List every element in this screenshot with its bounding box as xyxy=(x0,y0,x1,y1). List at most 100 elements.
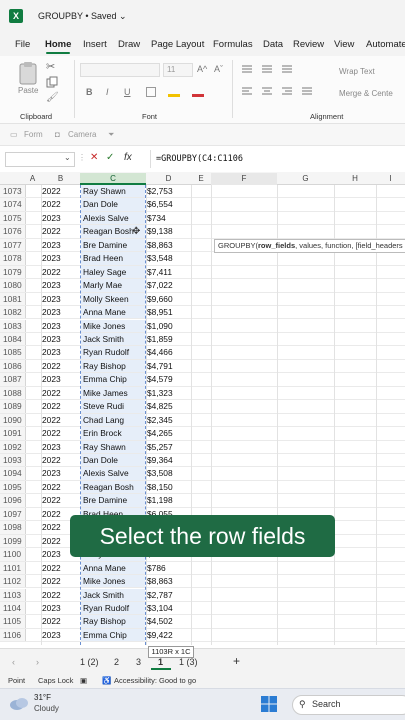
table-row[interactable]: 1087 2023 Emma Chip $4,579 xyxy=(0,373,405,387)
table-row[interactable]: 1093 2022 Dan Dole $9,364 xyxy=(0,454,405,468)
customize-icon[interactable]: ⏷ xyxy=(108,130,114,140)
menu-home[interactable]: Home xyxy=(45,39,71,50)
amount-cell[interactable]: $8,863 xyxy=(147,575,173,588)
amount-cell[interactable]: $5,257 xyxy=(147,441,173,454)
row-number[interactable]: 1088 xyxy=(0,386,26,400)
table-row[interactable]: 1082 2023 Anna Mane $8,951 xyxy=(0,306,405,320)
amount-cell[interactable]: $2,787 xyxy=(147,589,173,602)
row-number[interactable]: 1085 xyxy=(0,346,26,359)
row-number[interactable]: 1095 xyxy=(0,480,26,494)
amount-cell[interactable]: $8,951 xyxy=(147,306,173,319)
year-cell[interactable]: 2023 xyxy=(42,212,61,225)
menu-page-layout[interactable]: Page Layout xyxy=(151,39,204,50)
add-sheet-button[interactable]: + xyxy=(233,654,240,668)
cloud-weather-icon[interactable] xyxy=(8,695,30,711)
row-number[interactable]: 1083 xyxy=(0,319,26,332)
enter-icon[interactable]: ✓ xyxy=(106,152,114,163)
table-row[interactable]: 1092 2023 Ray Shawn $5,257 xyxy=(0,440,405,454)
row-number[interactable]: 1079 xyxy=(0,265,26,279)
italic-button[interactable]: I xyxy=(106,87,109,97)
amount-cell[interactable]: $3,548 xyxy=(147,252,173,265)
shrink-font-button[interactable]: Aˇ xyxy=(214,64,223,74)
sheet-tab-1-3[interactable]: 1 (3) xyxy=(179,657,198,667)
year-cell[interactable]: 2022 xyxy=(42,494,61,507)
row-number[interactable]: 1101 xyxy=(0,561,26,575)
weather-temperature[interactable]: 31°F xyxy=(34,693,51,702)
cut-icon[interactable]: ✂ xyxy=(46,60,55,73)
amount-cell[interactable]: $4,502 xyxy=(147,615,173,628)
row-number[interactable]: 1092 xyxy=(0,440,26,453)
merge-center-button[interactable]: Merge & Cente xyxy=(339,89,393,98)
year-cell[interactable]: 2023 xyxy=(42,602,61,615)
table-row[interactable]: 1083 2023 Mike Jones $1,090 xyxy=(0,319,405,333)
row-number[interactable]: 1087 xyxy=(0,373,26,386)
sheet-tab-1-2[interactable]: 1 (2) xyxy=(80,657,99,667)
paste-icon[interactable] xyxy=(16,60,42,86)
amount-cell[interactable]: $4,466 xyxy=(147,346,173,359)
column-header-a[interactable]: A xyxy=(24,173,41,185)
wrap-text-button[interactable]: Wrap Text xyxy=(339,67,375,76)
amount-cell[interactable]: $4,579 xyxy=(147,373,173,386)
document-title[interactable]: GROUPBY • Saved ⌄ xyxy=(38,11,127,22)
year-cell[interactable]: 2023 xyxy=(42,548,61,561)
amount-cell[interactable]: $9,422 xyxy=(147,629,173,642)
menu-draw[interactable]: Draw xyxy=(118,39,140,50)
menu-view[interactable]: View xyxy=(334,39,354,50)
column-header-f[interactable]: F xyxy=(211,173,277,185)
amount-cell[interactable]: $7,022 xyxy=(147,279,173,292)
format-painter-icon[interactable]: 🖌 xyxy=(46,92,59,103)
year-cell[interactable]: 2022 xyxy=(42,535,61,548)
alignment-icons[interactable] xyxy=(240,64,330,100)
year-cell[interactable]: 2022 xyxy=(42,360,61,373)
column-header-c[interactable]: C xyxy=(80,173,146,185)
menu-review[interactable]: Review xyxy=(293,39,324,50)
menu-formulas[interactable]: Formulas xyxy=(213,39,253,50)
sheet-tab-3[interactable]: 3 xyxy=(136,657,141,667)
year-cell[interactable]: 2022 xyxy=(42,575,61,588)
row-number[interactable]: 1073 xyxy=(0,185,26,198)
year-cell[interactable]: 2023 xyxy=(42,306,61,319)
fill-color-icon[interactable] xyxy=(168,87,180,97)
amount-cell[interactable]: $9,364 xyxy=(147,454,173,467)
table-row[interactable]: 1106 2023 Emma Chip $9,422 xyxy=(0,628,405,643)
row-number[interactable]: 1100 xyxy=(0,548,26,561)
year-cell[interactable]: 2023 xyxy=(42,239,61,252)
year-cell[interactable]: 2022 xyxy=(42,427,61,440)
scroll-tabs-right-icon[interactable]: › xyxy=(36,657,39,667)
camera-button[interactable]: Camera xyxy=(68,130,96,139)
year-cell[interactable]: 2023 xyxy=(42,346,61,359)
year-cell[interactable]: 2022 xyxy=(42,454,61,467)
grow-font-button[interactable]: A^ xyxy=(197,64,207,74)
row-number[interactable]: 1078 xyxy=(0,252,26,265)
table-row[interactable]: 1074 2022 Dan Dole $6,554 xyxy=(0,198,405,212)
status-accessibility[interactable]: Accessibility: Good to go xyxy=(114,676,196,685)
year-cell[interactable]: 2022 xyxy=(42,615,61,628)
row-number[interactable]: 1086 xyxy=(0,359,26,373)
sheet-tab-1[interactable]: 1 xyxy=(158,657,163,667)
table-row[interactable]: 1102 2022 Mike Jones $8,863 xyxy=(0,575,405,589)
amount-cell[interactable]: $8,150 xyxy=(147,481,173,494)
row-number[interactable]: 1090 xyxy=(0,413,26,427)
table-row[interactable]: 1080 2023 Marly Mae $7,022 xyxy=(0,279,405,293)
menu-insert[interactable]: Insert xyxy=(83,39,107,50)
year-cell[interactable]: 2022 xyxy=(42,198,61,211)
cancel-icon[interactable]: ✕ xyxy=(90,152,98,163)
table-row[interactable]: 1075 2023 Alexis Salve $734 xyxy=(0,211,405,226)
year-cell[interactable]: 2023 xyxy=(42,373,61,386)
insert-function-icon[interactable]: fx xyxy=(124,152,132,163)
camera-icon[interactable]: ◘ xyxy=(55,130,60,139)
column-header-e[interactable]: E xyxy=(191,173,211,185)
row-number[interactable]: 1081 xyxy=(0,292,26,306)
amount-cell[interactable]: $2,753 xyxy=(147,185,173,198)
macro-icon[interactable]: ▣ xyxy=(80,676,87,685)
year-cell[interactable]: 2023 xyxy=(42,629,61,642)
table-row[interactable]: 1103 2022 Jack Smith $2,787 xyxy=(0,588,405,602)
column-header-i[interactable]: I xyxy=(376,173,405,185)
row-number[interactable]: 1102 xyxy=(0,575,26,588)
table-row[interactable]: 1073 2022 Ray Shawn $2,753 xyxy=(0,185,405,199)
amount-cell[interactable]: $6,554 xyxy=(147,198,173,211)
column-header-b[interactable]: B xyxy=(41,173,80,185)
table-row[interactable]: 1096 2022 Bre Damine $1,198 xyxy=(0,494,405,508)
row-number[interactable]: 1103 xyxy=(0,588,26,601)
year-cell[interactable]: 2022 xyxy=(42,387,61,400)
